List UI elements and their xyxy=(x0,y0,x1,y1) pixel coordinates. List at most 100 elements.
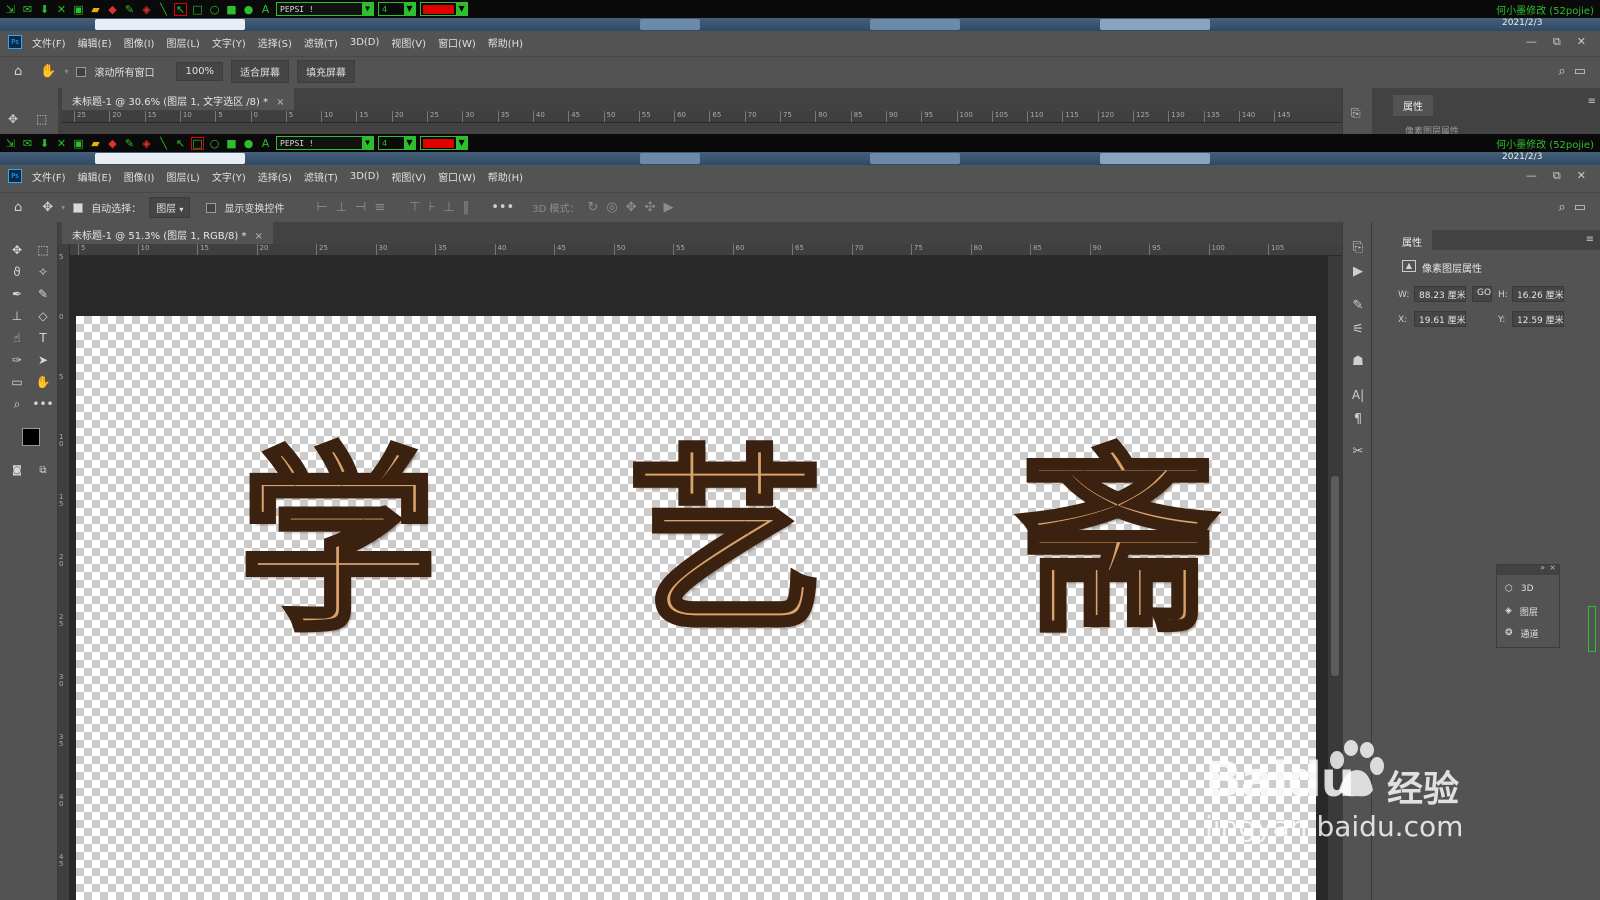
menu-layer[interactable]: 图层(L) xyxy=(166,35,199,50)
layer-select-dropdown[interactable]: 图层 ▾ xyxy=(149,197,191,218)
quick-mask-icon[interactable]: ◙ xyxy=(6,460,28,480)
width-field[interactable]: 88.23 厘米 xyxy=(1414,286,1466,302)
filled-rect-icon[interactable]: ■ xyxy=(225,3,238,16)
menu-layer[interactable]: 图层(L) xyxy=(166,169,199,184)
document-canvas[interactable]: 学 艺 斋 xyxy=(76,316,1316,900)
search-icon[interactable]: ⌕ xyxy=(1558,64,1565,79)
align-center-icon[interactable]: ⊥ xyxy=(336,200,347,215)
zoom-tool-icon[interactable]: ⌕ xyxy=(6,394,28,414)
menu-image[interactable]: 图像(I) xyxy=(124,35,155,50)
capture-ok-icon[interactable]: ⇲ xyxy=(4,137,17,150)
menu-help[interactable]: 帮助(H) xyxy=(488,35,523,50)
capture-mail-icon[interactable]: ✉ xyxy=(21,137,34,150)
scroll-all-checkbox[interactable] xyxy=(76,66,87,77)
3d-camera-icon[interactable]: ▶ xyxy=(664,200,674,215)
marquee-tool-icon[interactable]: ⬚ xyxy=(32,240,54,260)
properties-tab[interactable]: 属性 xyxy=(1392,230,1432,250)
auto-select-checkbox[interactable] xyxy=(73,202,84,213)
filled-rect-icon[interactable]: ■ xyxy=(225,137,238,150)
capture-cancel-icon[interactable]: ✕ xyxy=(55,137,68,150)
restore-button[interactable]: ⧉ xyxy=(1553,169,1561,183)
history-icon[interactable]: ⎘ xyxy=(1343,236,1373,258)
text-tool-icon[interactable]: A xyxy=(259,137,272,150)
doc-tab-top[interactable]: 未标题-1 @ 30.6% (图层 1, 文字选区 /8) * × xyxy=(62,88,295,110)
close-icon[interactable]: × xyxy=(254,231,262,242)
capture-folder-icon[interactable]: ▰ xyxy=(89,137,102,150)
workspace-icon[interactable]: ▭ xyxy=(1574,64,1586,79)
arrow-icon[interactable]: ↖ xyxy=(174,137,187,150)
menu-window[interactable]: 窗口(W) xyxy=(438,35,476,50)
menu-select[interactable]: 选择(S) xyxy=(258,169,292,184)
distribute-icon[interactable]: ≡ xyxy=(374,200,385,215)
pen-icon[interactable]: ✎ xyxy=(123,3,136,16)
filled-ellipse-icon[interactable]: ● xyxy=(242,137,255,150)
3d-roll-icon[interactable]: ◎ xyxy=(606,200,617,215)
text-tool-icon[interactable]: A xyxy=(259,3,272,16)
capture-cancel-icon[interactable]: ✕ xyxy=(55,3,68,16)
show-transform-checkbox[interactable] xyxy=(206,202,217,213)
zoom-100-button[interactable]: 100% xyxy=(176,62,224,81)
align-middle-icon[interactable]: ⊦ xyxy=(429,200,436,215)
capture-save-icon[interactable]: ▣ xyxy=(72,3,85,16)
menu-view[interactable]: 视图(V) xyxy=(391,169,426,184)
move-tool-icon[interactable]: ✥ xyxy=(42,200,53,215)
shape-tool-icon[interactable]: ▭ xyxy=(6,372,28,392)
tool-presets-icon[interactable]: ✂ xyxy=(1343,440,1373,462)
arrow-icon[interactable]: ↖ xyxy=(174,2,187,16)
eraser-icon[interactable]: ◆ xyxy=(106,3,119,16)
close-icon[interactable]: × xyxy=(1549,563,1556,572)
properties-tab-top[interactable]: 属性 xyxy=(1393,95,1433,116)
color-select[interactable]: ▼ xyxy=(420,2,468,16)
color-select[interactable]: ▼ xyxy=(420,136,468,150)
libraries-icon[interactable]: ☗ xyxy=(1343,350,1373,372)
foreground-color-swatch[interactable] xyxy=(22,428,40,446)
size-select[interactable]: 4 ▼ xyxy=(378,2,416,16)
font-select[interactable]: PEPSI ! ▼ xyxy=(276,136,374,150)
hand-tool-icon[interactable]: ✋ xyxy=(40,64,56,79)
menu-window[interactable]: 窗口(W) xyxy=(438,169,476,184)
line-icon[interactable]: ╲ xyxy=(157,137,170,150)
menu-filter[interactable]: 滤镜(T) xyxy=(304,169,338,184)
brush-settings-icon[interactable]: ✎ xyxy=(1343,294,1373,316)
actions-play-icon[interactable]: ▶ xyxy=(1343,260,1373,282)
canvas-area[interactable]: 学 艺 斋 xyxy=(70,256,1328,900)
menu-image[interactable]: 图像(I) xyxy=(124,169,155,184)
marquee-tool-icon[interactable]: ⬚ xyxy=(36,112,47,126)
hand-tool-icon[interactable]: ✋ xyxy=(32,372,54,392)
stamp-tool-icon[interactable]: ⊥ xyxy=(6,306,28,326)
menu-type[interactable]: 文字(Y) xyxy=(212,169,246,184)
align-left-icon[interactable]: ⊢ xyxy=(316,200,327,215)
panel-channels[interactable]: ❂ 通道 xyxy=(1505,623,1539,643)
restore-button[interactable]: ⧉ xyxy=(1553,35,1561,49)
height-field[interactable]: 16.26 厘米 xyxy=(1512,286,1564,302)
menu-3d[interactable]: 3D(D) xyxy=(350,37,380,48)
x-field[interactable]: 19.61 厘米 xyxy=(1414,311,1466,327)
menu-view[interactable]: 视图(V) xyxy=(391,35,426,50)
minimize-button[interactable]: — xyxy=(1526,35,1537,49)
close-button[interactable]: ✕ xyxy=(1577,35,1586,49)
character-icon[interactable]: A| xyxy=(1343,384,1373,406)
menu-type[interactable]: 文字(Y) xyxy=(212,35,246,50)
capture-download-icon[interactable]: ⬇ xyxy=(38,3,51,16)
scrollbar-thumb[interactable] xyxy=(1331,476,1339,676)
capture-mail-icon[interactable]: ✉ xyxy=(21,3,34,16)
fill-icon[interactable]: ◈ xyxy=(140,137,153,150)
y-field[interactable]: 12.59 厘米 xyxy=(1512,311,1564,327)
eraser-tool-icon[interactable]: ◇ xyxy=(32,306,54,326)
home-icon[interactable]: ⌂ xyxy=(14,64,22,79)
workspace-icon[interactable]: ▭ xyxy=(1574,200,1586,215)
magic-wand-icon[interactable]: ✧ xyxy=(32,262,54,282)
3d-rotate-icon[interactable]: ↻ xyxy=(587,200,598,215)
panel-3d[interactable]: ⬡ 3D xyxy=(1505,579,1534,599)
paragraph-icon[interactable]: ¶ xyxy=(1343,408,1373,430)
ellipse-icon[interactable]: ○ xyxy=(208,137,221,150)
filled-ellipse-icon[interactable]: ● xyxy=(242,3,255,16)
fill-icon[interactable]: ◈ xyxy=(140,3,153,16)
capture-download-icon[interactable]: ⬇ xyxy=(38,137,51,150)
search-icon[interactable]: ⌕ xyxy=(1558,200,1565,215)
align-bottom-icon[interactable]: ⊥ xyxy=(443,200,454,215)
3d-slide-icon[interactable]: ✣ xyxy=(645,200,656,215)
minimize-button[interactable]: — xyxy=(1526,169,1537,183)
move-tool-icon[interactable]: ✥ xyxy=(8,112,18,126)
menu-file[interactable]: 文件(F) xyxy=(32,35,66,50)
